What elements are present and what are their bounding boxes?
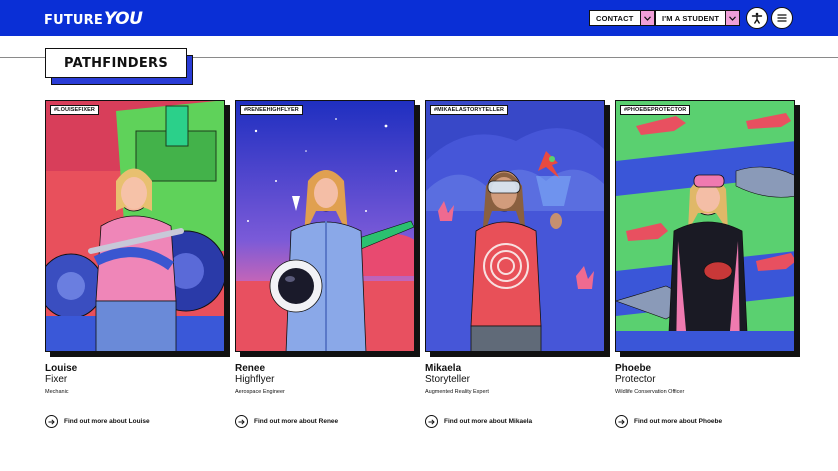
- find-out-more-label[interactable]: Find out more about Mikaela: [444, 418, 532, 425]
- student-button[interactable]: I'M A STUDENT: [655, 10, 741, 26]
- top-navigation-bar: FUTURE YOU CONTACT I'M A STUDENT: [0, 0, 838, 36]
- hamburger-menu-icon: [777, 14, 787, 22]
- contact-label: CONTACT: [589, 10, 641, 26]
- pathfinder-role: Storyteller: [425, 374, 471, 385]
- find-out-more-link[interactable]: Find out more about Renee: [235, 415, 338, 428]
- futureyou-logo[interactable]: FUTURE YOU: [44, 9, 143, 29]
- pathfinder-role: Highflyer: [235, 374, 275, 385]
- find-out-more-link[interactable]: Find out more about Mikaela: [425, 415, 532, 428]
- pathfinder-role: Protector: [615, 374, 656, 385]
- arrow-right-icon[interactable]: [615, 415, 628, 428]
- accessibility-button[interactable]: [746, 7, 768, 29]
- pathfinder-job: Augmented Reality Expert: [425, 389, 489, 395]
- find-out-more-label[interactable]: Find out more about Renee: [254, 418, 338, 425]
- arrow-right-icon[interactable]: [45, 415, 58, 428]
- find-out-more-label[interactable]: Find out more about Louise: [64, 418, 150, 425]
- page-title: PATHFINDERS: [63, 55, 169, 71]
- find-out-more-link[interactable]: Find out more about Louise: [45, 415, 150, 428]
- pathfinder-role: Fixer: [45, 374, 68, 385]
- arrow-right-icon[interactable]: [235, 415, 248, 428]
- arrow-right-icon[interactable]: [425, 415, 438, 428]
- pathfinder-name: Mikaela: [425, 363, 462, 374]
- logo-text-you: YOU: [103, 9, 143, 29]
- renee-illustration[interactable]: #RENEEHIGHFLYER: [235, 100, 415, 352]
- louise-illustration[interactable]: #LOUISEFIXER: [45, 100, 225, 352]
- find-out-more-label[interactable]: Find out more about Phoebe: [634, 418, 722, 425]
- pathfinder-job: Mechanic: [45, 389, 69, 395]
- pathfinder-name: Phoebe: [615, 363, 652, 374]
- card-hashtag: #LOUISEFIXER: [50, 105, 99, 115]
- pathfinder-job: Aerospace Engineer: [235, 389, 285, 395]
- card-hashtag: #MIKAELASTORYTELLER: [430, 105, 509, 115]
- pathfinder-name: Renee: [235, 363, 266, 374]
- card-hashtag: #RENEEHIGHFLYER: [240, 105, 303, 115]
- pathfinder-job: Wildlife Conservation Officer: [615, 389, 685, 395]
- find-out-more-link[interactable]: Find out more about Phoebe: [615, 415, 722, 428]
- mikaela-illustration[interactable]: #MIKAELASTORYTELLER: [425, 100, 605, 352]
- phoebe-illustration[interactable]: #PHOEBEPROTECTOR: [615, 100, 795, 352]
- menu-button[interactable]: [771, 7, 793, 29]
- card-hashtag: #PHOEBEPROTECTOR: [620, 105, 691, 115]
- pathfinder-name: Louise: [45, 363, 78, 374]
- contact-button[interactable]: CONTACT: [589, 10, 655, 26]
- chevron-down-icon[interactable]: [726, 10, 741, 26]
- section-heading: PATHFINDERS: [45, 48, 187, 78]
- logo-text-future: FUTURE: [44, 13, 103, 28]
- accessibility-icon: [751, 12, 763, 24]
- student-label: I'M A STUDENT: [655, 10, 727, 26]
- chevron-down-icon[interactable]: [640, 10, 655, 26]
